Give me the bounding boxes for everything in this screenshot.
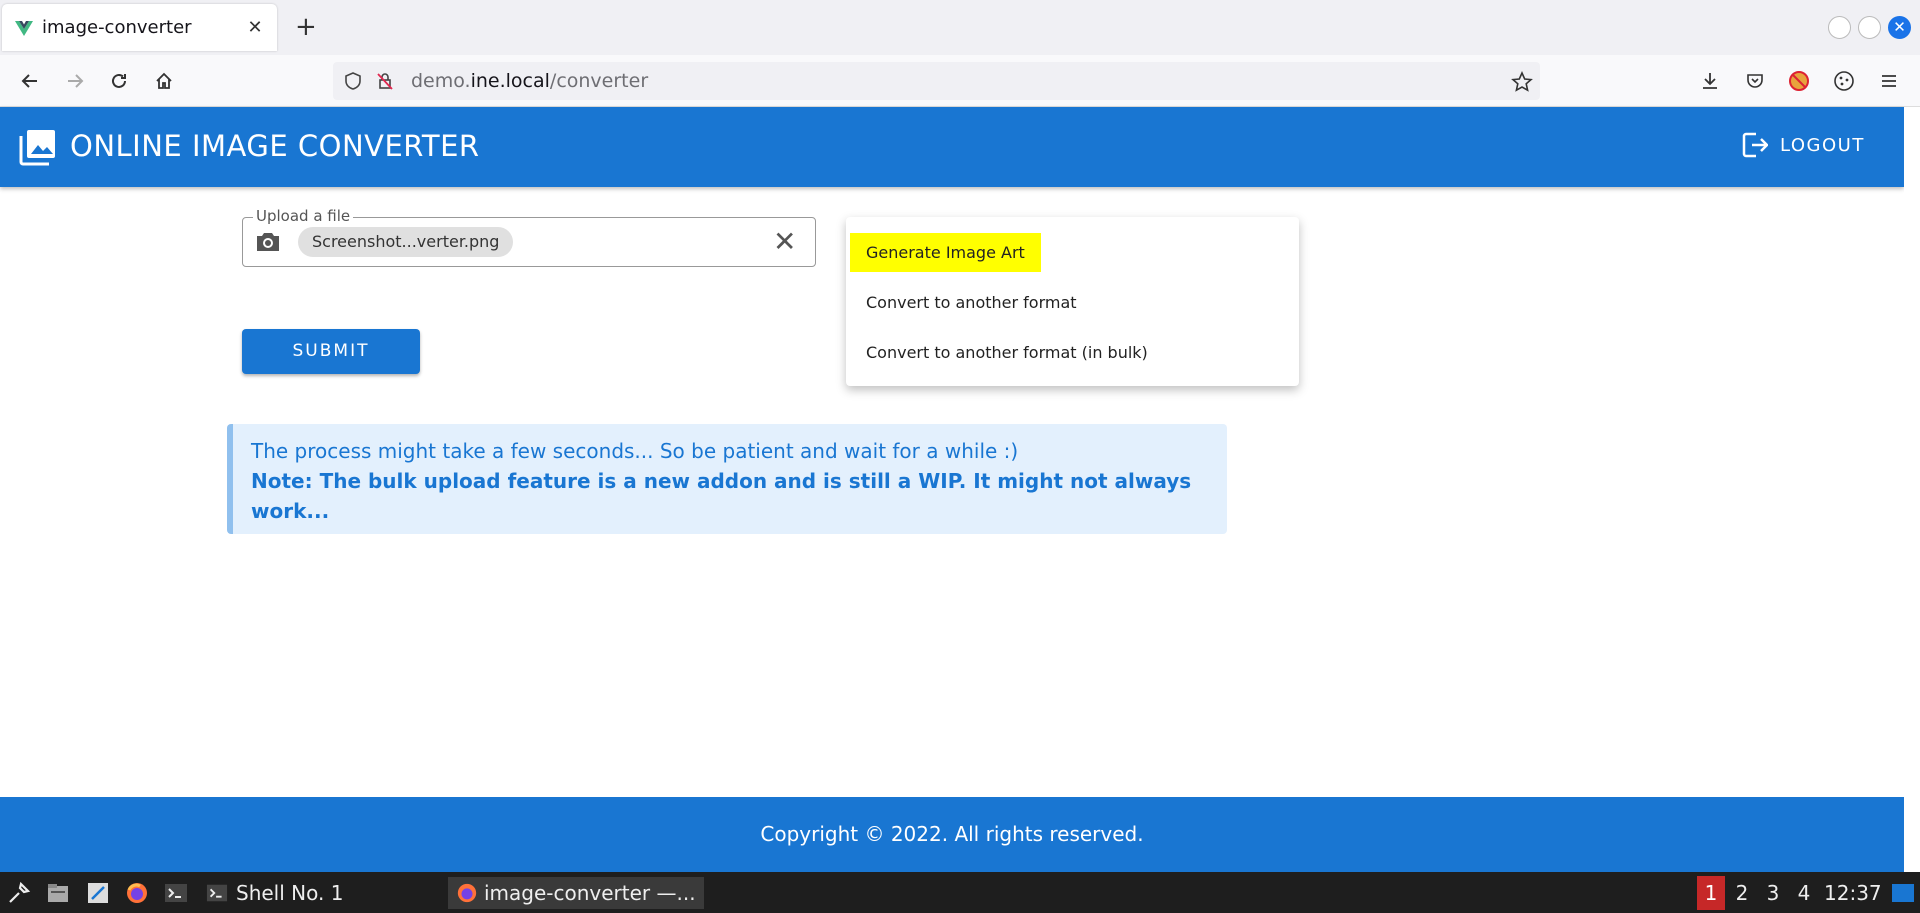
taskbar-clock: 12:37 — [1824, 881, 1882, 905]
workspace-1[interactable]: 1 — [1697, 876, 1725, 910]
browser-tab-strip: image-converter ✕ + ✕ — [0, 0, 1920, 55]
back-button[interactable] — [15, 66, 45, 96]
logout-icon — [1742, 132, 1768, 158]
task-shell-label: Shell No. 1 — [236, 881, 344, 905]
info-alert: The process might take a few seconds... … — [227, 424, 1227, 534]
extension-button[interactable] — [1784, 66, 1814, 96]
app-header: ONLINE IMAGE CONVERTER LOGOUT — [0, 107, 1904, 187]
file-chip[interactable]: Screenshot...verter.png — [298, 227, 514, 257]
vue-logo-icon — [15, 20, 33, 36]
task-browser-label: image-converter —... — [484, 881, 696, 905]
cookie-icon — [1834, 71, 1854, 91]
footer: Copyright © 2022. All rights reserved. — [0, 797, 1904, 872]
tab-title: image-converter — [42, 17, 192, 38]
notification-button[interactable] — [1890, 880, 1916, 906]
submit-button[interactable]: SUBMIT — [242, 329, 420, 374]
logout-button[interactable]: LOGOUT — [1742, 131, 1865, 159]
alert-message: The process might take a few seconds... … — [251, 439, 1019, 463]
text-editor-button[interactable] — [85, 880, 111, 906]
tools-icon — [9, 881, 31, 903]
insecure-lock-icon[interactable] — [375, 71, 395, 91]
tab-close-icon[interactable]: ✕ — [245, 17, 265, 38]
logout-label: LOGOUT — [1780, 134, 1865, 156]
system-taskbar: Shell No. 1 image-converter —... 1 2 3 4… — [0, 872, 1920, 913]
firefox-icon — [127, 883, 147, 903]
firefox-launcher-button[interactable] — [124, 880, 150, 906]
window-maximize-button[interactable] — [1858, 16, 1881, 39]
camera-icon[interactable] — [255, 231, 281, 253]
app-title: ONLINE IMAGE CONVERTER — [70, 129, 480, 163]
upload-label: Upload a file — [253, 207, 354, 225]
back-arrow-icon — [21, 74, 37, 88]
app-menu-button[interactable] — [1874, 66, 1904, 96]
forward-arrow-icon — [68, 74, 84, 88]
menu-item-generate-art[interactable]: Generate Image Art — [850, 233, 1041, 272]
bookmark-star-icon[interactable] — [1511, 71, 1533, 93]
reload-icon — [112, 73, 126, 88]
pocket-icon — [1747, 74, 1763, 88]
pocket-button[interactable] — [1740, 66, 1770, 96]
text-editor-icon — [88, 883, 108, 903]
taskbar-task-browser[interactable]: image-converter —... — [448, 877, 704, 909]
url-bar[interactable]: demo.ine.local/converter — [333, 62, 1540, 100]
workspace-2[interactable]: 2 — [1728, 876, 1756, 910]
taskbar-task-shell[interactable]: Shell No. 1 — [206, 877, 343, 909]
window-close-button[interactable]: ✕ — [1888, 16, 1911, 39]
cookie-extension-button[interactable] — [1829, 66, 1859, 96]
terminal-launcher-button[interactable] — [163, 880, 189, 906]
new-tab-button[interactable]: + — [295, 12, 317, 42]
notification-icon — [1892, 884, 1914, 902]
terminal-icon — [165, 884, 187, 902]
image-gallery-icon — [19, 130, 55, 166]
alert-note: Note: The bulk upload feature is a new a… — [251, 469, 1192, 523]
home-button[interactable] — [149, 66, 179, 96]
folder-icon — [48, 884, 68, 902]
conversion-options-menu: Generate Image Art Convert to another fo… — [846, 217, 1299, 386]
scrollbar[interactable] — [1904, 107, 1920, 872]
firefox-icon — [457, 883, 477, 903]
browser-tab[interactable]: image-converter ✕ — [2, 4, 277, 51]
workspace-3[interactable]: 3 — [1759, 876, 1787, 910]
workspace-4[interactable]: 4 — [1790, 876, 1818, 910]
forward-button[interactable] — [60, 66, 90, 96]
file-manager-button[interactable] — [45, 880, 71, 906]
hamburger-menu-icon — [1882, 75, 1896, 87]
system-menu-button[interactable] — [6, 880, 32, 906]
clear-file-icon[interactable]: ✕ — [773, 228, 796, 256]
shield-icon[interactable] — [343, 71, 363, 91]
browser-nav-bar: demo.ine.local/converter — [0, 55, 1920, 107]
copyright-text: Copyright © 2022. All rights reserved. — [760, 822, 1144, 846]
extension-blocked-icon — [1789, 71, 1809, 91]
menu-item-convert-format[interactable]: Convert to another format — [866, 293, 1077, 312]
menu-item-convert-bulk[interactable]: Convert to another format (in bulk) — [866, 343, 1148, 362]
home-icon — [156, 72, 172, 89]
reload-button[interactable] — [104, 66, 134, 96]
url-text: demo.ine.local/converter — [411, 70, 649, 92]
file-upload-field[interactable]: Upload a file Screenshot...verter.png ✕ — [242, 207, 816, 267]
download-icon — [1703, 73, 1717, 89]
terminal-icon — [206, 884, 228, 902]
downloads-button[interactable] — [1695, 66, 1725, 96]
window-minimize-button[interactable] — [1828, 16, 1851, 39]
